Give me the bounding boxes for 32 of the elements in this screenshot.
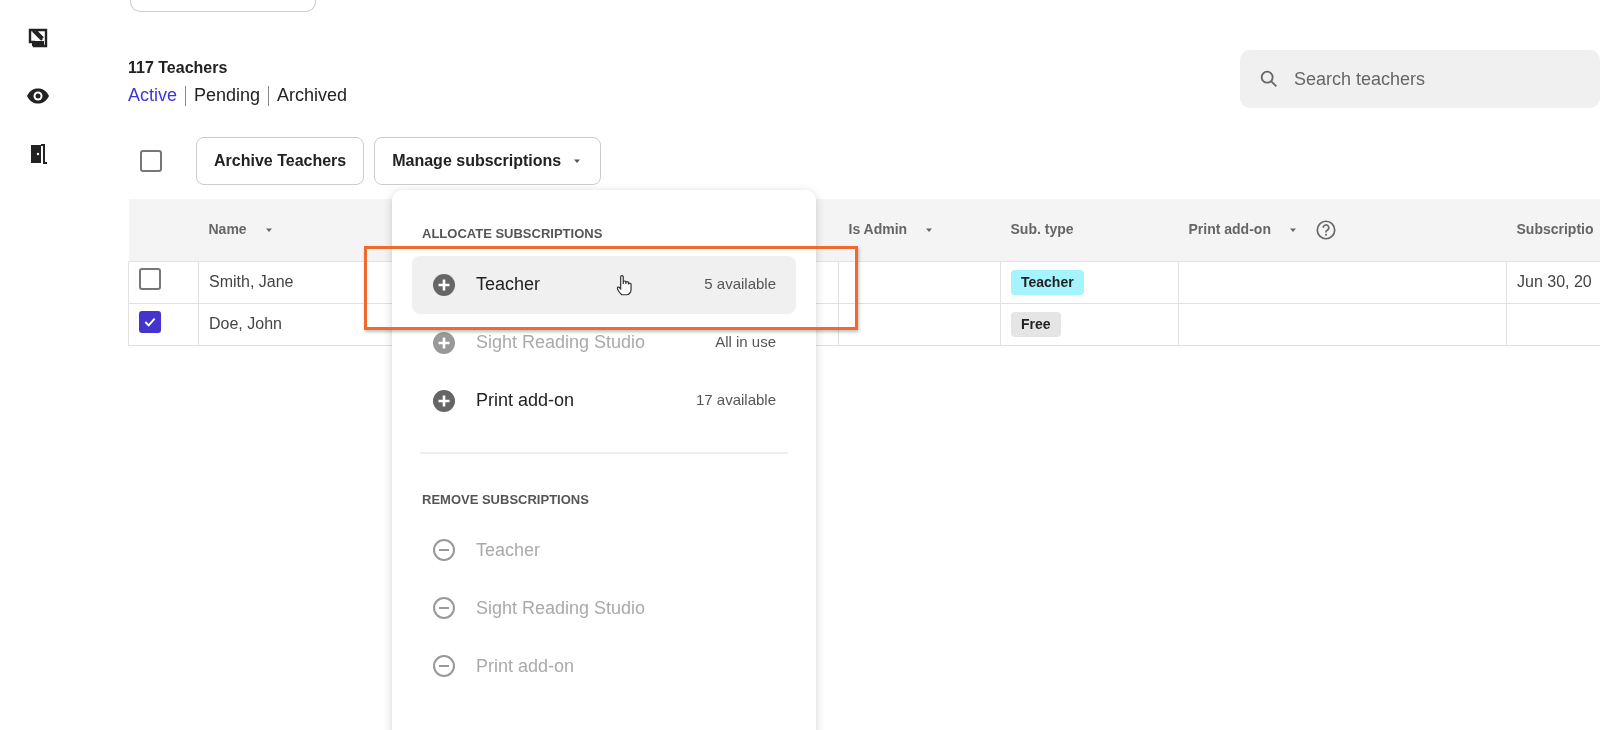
search-icon: [1258, 68, 1280, 90]
search-box[interactable]: Search teachers: [1240, 50, 1600, 108]
status-tab[interactable]: Active: [128, 82, 178, 109]
column-header: Subscriptio: [1516, 220, 1594, 240]
search-field[interactable]: Search teachers: [1292, 64, 1592, 94]
sub-type-tag: Free: [1011, 311, 1061, 337]
table-cell: Jun 30, 20: [1506, 261, 1600, 303]
help-icon[interactable]: [1314, 218, 1337, 241]
toolbar-button[interactable]: Archive Teachers: [196, 137, 365, 185]
status-tab[interactable]: Pending: [194, 82, 261, 109]
menu-section-title: REMOVE SUBSCRIPTIONS: [421, 490, 590, 509]
column-header: Sub. type: [1010, 220, 1074, 240]
menu-section-title: ALLOCATE SUBSCRIPTIONS: [421, 225, 604, 243]
menu-item[interactable]: Print add-on 17 available: [412, 371, 796, 430]
checkbox[interactable]: [139, 311, 161, 333]
menu-item[interactable]: Teacher 5 available: [412, 255, 796, 314]
whiteboard-icon[interactable]: [26, 26, 50, 50]
minus-icon: [432, 654, 456, 678]
minus-icon: [432, 596, 456, 620]
column-header[interactable]: Is Admin: [848, 219, 908, 241]
plus-icon: [432, 330, 456, 355]
plus-icon: [432, 388, 456, 413]
checkbox[interactable]: [140, 150, 162, 172]
sub-type-tag: Teacher: [1011, 269, 1084, 295]
plus-icon: [432, 272, 456, 297]
teacher-count: 117 Teachers: [128, 58, 228, 78]
minus-icon: [432, 538, 456, 562]
column-header[interactable]: Name: [208, 219, 247, 241]
column-header[interactable]: Print add-on: [1188, 219, 1271, 241]
dropdown-button[interactable]: Manage subscriptions: [374, 137, 602, 185]
status-tab[interactable]: Archived: [277, 82, 348, 109]
checkbox[interactable]: [139, 267, 161, 290]
